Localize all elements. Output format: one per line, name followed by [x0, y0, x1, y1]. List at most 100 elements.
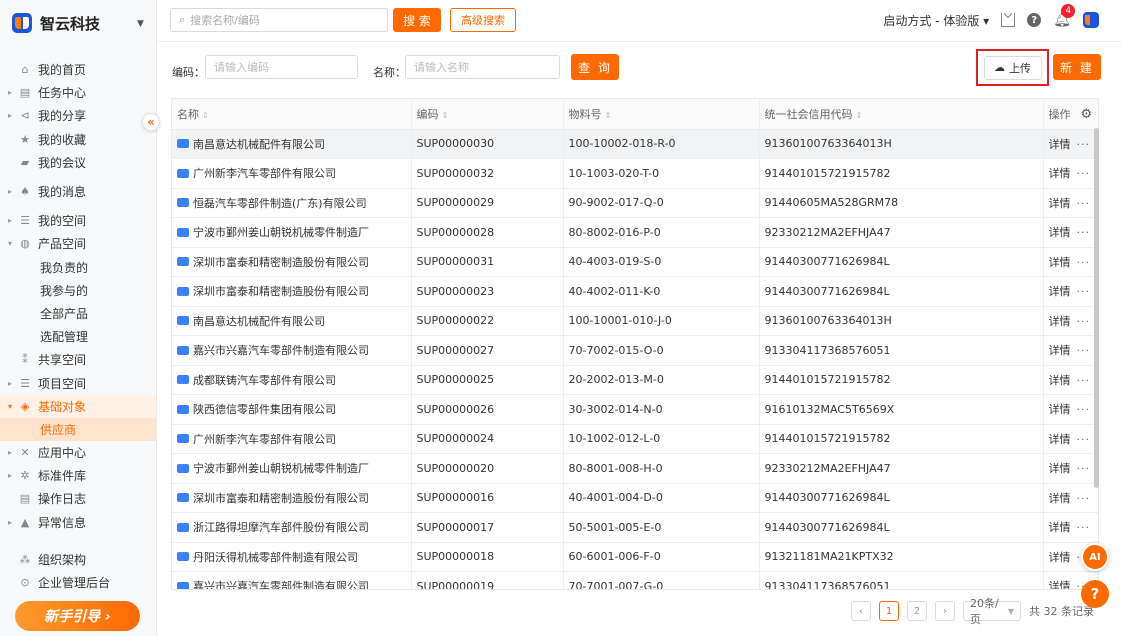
detail-link[interactable]: 详情 [1049, 285, 1071, 298]
detail-link[interactable]: 详情 [1049, 226, 1071, 239]
start-mode-selector[interactable]: 启动方式 - 体验版 ▾ [883, 12, 989, 29]
user-avatar-icon[interactable] [1083, 12, 1099, 28]
detail-link[interactable]: 详情 [1049, 521, 1071, 534]
detail-link[interactable]: 详情 [1049, 315, 1071, 328]
more-actions-icon[interactable]: ··· [1077, 197, 1091, 210]
sidebar-item-11[interactable]: 选配管理 [0, 325, 156, 348]
sidebar-item-21[interactable]: ⊙ 企业管理后台 [0, 571, 156, 594]
more-actions-icon[interactable]: ··· [1077, 167, 1091, 180]
detail-link[interactable]: 详情 [1049, 551, 1071, 564]
more-actions-icon[interactable]: ··· [1077, 521, 1091, 534]
col-name-header[interactable]: 名称 ⇕ [172, 99, 412, 130]
more-actions-icon[interactable]: ··· [1077, 403, 1091, 416]
sidebar-item-6[interactable]: ▸ ☰ 我的空间 [0, 209, 156, 232]
sidebar-item-8[interactable]: 我负责的 [0, 256, 156, 279]
col-credit-code-header[interactable]: 统一社会信用代码 ⇕ [759, 99, 1044, 130]
sidebar-item-5[interactable]: ▸ ♠ 我的消息 [0, 180, 156, 203]
col-material-header[interactable]: 物料号 ⇕ [563, 99, 760, 130]
code-input[interactable]: 请输入编码 [205, 55, 358, 79]
table-row[interactable]: 南昌意达机械配件有限公司 SUP00000022 100-10001-010-J-0… [172, 306, 1098, 336]
detail-link[interactable]: 详情 [1049, 492, 1071, 505]
table-row[interactable]: 广州新李汽车零部件有限公司 SUP00000024 10-1002-012-L-0 9… [172, 424, 1098, 454]
more-actions-icon[interactable]: ··· [1077, 492, 1091, 505]
more-actions-icon[interactable]: ··· [1077, 462, 1091, 475]
sidebar-item-18[interactable]: ▤ 操作日志 [0, 487, 156, 510]
name-input[interactable]: 请输入名称 [405, 55, 560, 79]
page-2-button[interactable]: 2 [907, 601, 927, 621]
global-search-input[interactable]: ⌕ 搜索名称/编码 [170, 8, 388, 32]
detail-link[interactable]: 详情 [1049, 167, 1071, 180]
sidebar-item-16[interactable]: ▸ ✕ 应用中心 [0, 441, 156, 464]
table-row[interactable]: 广州新李汽车零部件有限公司 SUP00000032 10-1003-020-T-0 9… [172, 158, 1098, 189]
table-row[interactable]: 嘉兴市兴嘉汽车零部件制造有限公司 SUP00000019 70-7001-007-G… [172, 571, 1098, 589]
table-row[interactable]: 陕西德信零部件集团有限公司 SUP00000026 30-3002-014-N-0 9… [172, 394, 1098, 425]
table-row[interactable]: 浙江路得坦摩汽车部件股份有限公司 SUP00000017 50-5001-005-E… [172, 512, 1098, 543]
detail-link[interactable]: 详情 [1049, 403, 1071, 416]
settings-gear-icon[interactable]: ⚙ [1081, 107, 1093, 122]
advanced-search-button[interactable]: 高级搜索 [450, 8, 516, 32]
sidebar-item-9[interactable]: 我参与的 [0, 279, 156, 302]
sidebar-item-3[interactable]: ★ 我的收藏 [0, 128, 156, 151]
sidebar-item-0[interactable]: ⌂ 我的首页 [0, 58, 156, 81]
detail-link[interactable]: 详情 [1049, 462, 1071, 475]
more-actions-icon[interactable]: ··· [1077, 256, 1091, 269]
more-actions-icon[interactable]: ··· [1077, 285, 1091, 298]
table-row[interactable]: 深圳市富泰和精密制造股份有限公司 SUP00000016 40-4001-004-D… [172, 483, 1098, 513]
sort-icon[interactable]: ⇕ [856, 111, 863, 120]
sort-icon[interactable]: ⇕ [442, 111, 449, 120]
detail-link[interactable]: 详情 [1049, 197, 1071, 210]
sidebar-item-13[interactable]: ▸ ☰ 项目空间 [0, 371, 156, 394]
help-icon[interactable]: ? [1027, 13, 1042, 27]
notification-bell-icon[interactable]: 🔔︎ 4 [1053, 4, 1076, 28]
detail-link[interactable]: 详情 [1049, 374, 1071, 387]
floating-help-button[interactable]: ? [1081, 580, 1109, 608]
table-row[interactable]: 南昌意达机械配件有限公司 SUP00000030 100-10002-018-R-0… [172, 129, 1098, 159]
table-row[interactable]: 成都联铸汽车零部件有限公司 SUP00000025 20-2002-013-M-0 9… [172, 365, 1098, 395]
sidebar-item-2[interactable]: ▸ ⊲ 我的分享 [0, 104, 156, 127]
detail-link[interactable]: 详情 [1049, 256, 1071, 269]
query-button[interactable]: 查 询 [571, 54, 619, 80]
table-row[interactable]: 嘉兴市兴嘉汽车零部件制造有限公司 SUP00000027 70-7002-015-O… [172, 335, 1098, 366]
prev-page-button[interactable]: ‹ [851, 601, 871, 621]
sort-icon[interactable]: ⇕ [605, 111, 612, 120]
sort-icon[interactable]: ⇕ [202, 111, 209, 120]
sidebar-item-7[interactable]: ▾ ◍ 产品空间 [0, 232, 156, 255]
upload-button[interactable]: ☁ 上传 [983, 55, 1042, 80]
sidebar-item-17[interactable]: ▸ ✲ 标准件库 [0, 464, 156, 487]
table-row[interactable]: 深圳市富泰和精密制造股份有限公司 SUP00000031 40-4003-019-S… [172, 247, 1098, 277]
page-size-select[interactable]: 20条/页 ▼ [963, 597, 1021, 626]
table-row[interactable]: 丹阳沃得机械零部件制造有限公司 SUP00000018 60-6001-006-F-… [172, 542, 1098, 572]
detail-link[interactable]: 详情 [1049, 433, 1071, 446]
more-actions-icon[interactable]: ··· [1077, 433, 1091, 446]
collapse-sidebar-button[interactable]: « [142, 113, 160, 131]
col-code-header[interactable]: 编码 ⇕ [411, 99, 564, 130]
brand-caret-icon[interactable]: ▼ [137, 19, 144, 29]
table-row[interactable]: 恒磊汽车零部件制造(广东)有限公司 SUP00000029 90-9002-017-… [172, 188, 1098, 218]
more-actions-icon[interactable]: ··· [1077, 226, 1091, 239]
sidebar-item-10[interactable]: 全部产品 [0, 302, 156, 325]
brand[interactable]: 智云科技 [0, 0, 156, 46]
search-button[interactable]: 搜 索 [393, 8, 441, 32]
more-actions-icon[interactable]: ··· [1077, 374, 1091, 387]
newbie-guide-button[interactable]: 新手引导 › [15, 601, 140, 631]
table-row[interactable]: 深圳市富泰和精密制造股份有限公司 SUP00000023 40-4002-011-K… [172, 276, 1098, 307]
table-row[interactable]: 宁波市鄞州姜山朝锐机械零件制造厂 SUP00000028 80-8002-016-P… [172, 217, 1098, 248]
sidebar-item-15[interactable]: 供应商 [0, 417, 156, 441]
detail-link[interactable]: 详情 [1049, 580, 1071, 589]
download-icon[interactable] [1001, 13, 1016, 27]
sidebar-item-12[interactable]: ⁑ 共享空间 [0, 348, 156, 371]
sidebar-item-14[interactable]: ▾ ◈ 基础对象 [0, 394, 156, 418]
sidebar-item-20[interactable]: ⁂ 组织架构 [0, 548, 156, 571]
table-row[interactable]: 宁波市鄞州姜山朝锐机械零件制造厂 SUP00000020 80-8001-008-H… [172, 453, 1098, 484]
table-scrollbar[interactable] [1094, 128, 1099, 488]
sidebar-item-1[interactable]: ▸ ▤ 任务中心 [0, 81, 156, 104]
next-page-button[interactable]: › [935, 601, 955, 621]
more-actions-icon[interactable]: ··· [1077, 138, 1091, 151]
sidebar-item-19[interactable]: ▸ ▲ 异常信息 [0, 511, 156, 534]
page-1-button[interactable]: 1 [879, 601, 899, 621]
more-actions-icon[interactable]: ··· [1077, 344, 1091, 357]
detail-link[interactable]: 详情 [1049, 138, 1071, 151]
sidebar-item-4[interactable]: ▰ 我的会议 [0, 151, 156, 174]
detail-link[interactable]: 详情 [1049, 344, 1071, 357]
new-button[interactable]: 新 建 [1053, 54, 1101, 80]
